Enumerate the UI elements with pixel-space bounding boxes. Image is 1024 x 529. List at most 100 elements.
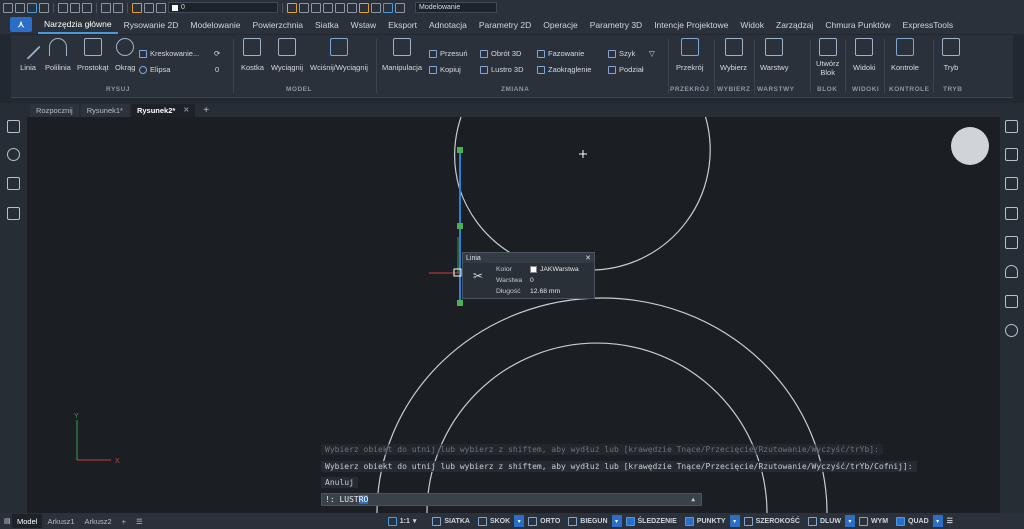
layout-menu-icon[interactable]: ▤ <box>4 517 12 525</box>
match-properties-icon[interactable] <box>287 2 297 13</box>
popup-close-icon[interactable]: ✕ <box>585 254 591 262</box>
select-button[interactable]: Wybierz <box>720 38 747 72</box>
layers-button[interactable]: Warstwy <box>760 38 788 72</box>
add-layout-button[interactable]: + <box>117 514 131 528</box>
circle-button[interactable]: Okrąg <box>115 38 135 72</box>
material-icon[interactable] <box>1005 265 1018 278</box>
line-button[interactable]: Linia <box>15 34 41 72</box>
structure-icon[interactable] <box>1005 295 1018 308</box>
menu-draw-2d[interactable]: Rysowanie 2D <box>118 15 185 34</box>
menu-export[interactable]: Eksport <box>382 15 423 34</box>
grip-bottom[interactable] <box>457 300 463 306</box>
command-line-input[interactable]: !: LUST RO ▲ <box>321 493 702 506</box>
menu-parameters-2d[interactable]: Parametry 2D <box>473 15 537 34</box>
pan-icon[interactable] <box>335 2 345 13</box>
copy-button[interactable]: Kopiuj <box>429 65 461 74</box>
toggle-ortho[interactable]: ORTO <box>524 515 564 527</box>
properties-icon[interactable] <box>299 2 309 13</box>
hatch-button[interactable]: Kreskowanie... <box>139 49 199 58</box>
extrude-button[interactable]: Wyciągnij <box>271 38 303 72</box>
open-file-icon[interactable] <box>15 2 25 13</box>
menu-operations[interactable]: Operacje <box>537 15 584 34</box>
customize-status-button[interactable]: ☰ <box>943 515 957 527</box>
lightbulb-icon[interactable] <box>7 148 20 161</box>
save-icon[interactable] <box>27 2 37 13</box>
filter-button[interactable]: ▽ <box>649 49 655 58</box>
render-icon[interactable] <box>395 2 405 13</box>
cube-icon[interactable] <box>7 207 20 220</box>
workspace-dropdown[interactable]: Modelowanie <box>415 2 497 13</box>
visual-style-icon[interactable] <box>383 2 393 13</box>
layer-manager-icon[interactable] <box>311 2 321 13</box>
array-button[interactable]: Szyk <box>608 49 635 58</box>
menu-surface[interactable]: Powierzchnia <box>246 15 309 34</box>
chevron-down-icon[interactable]: ▾ <box>729 515 740 527</box>
toggle-tracking[interactable]: ŚLEDZENIE <box>622 515 681 527</box>
drawing-canvas[interactable]: Y X Linia ✕ ✂ Kolor JAKWarstwa Warstwa 0… <box>27 117 1000 513</box>
new-drawing-icon[interactable] <box>58 2 68 13</box>
tab-layout1[interactable]: Arkusz1 <box>42 514 79 528</box>
blocks-icon[interactable] <box>1005 177 1018 190</box>
menu-home[interactable]: Narzędzia główne <box>38 15 118 34</box>
layer-lock-icon[interactable] <box>156 2 166 13</box>
plot-icon[interactable] <box>82 2 92 13</box>
sliders-icon[interactable] <box>1005 120 1018 133</box>
toggle-osnap[interactable]: PUNKTY <box>681 515 730 527</box>
mirror-3d-button[interactable]: Lustro 3D <box>480 65 524 74</box>
properties-panel-icon[interactable] <box>7 120 20 133</box>
toggle-quad[interactable]: QUAD <box>892 515 933 527</box>
zoom-icon[interactable] <box>323 2 333 13</box>
redo-icon[interactable] <box>113 2 123 13</box>
new-file-icon[interactable] <box>3 2 13 13</box>
toggle-grid[interactable]: SIATKA <box>428 515 474 527</box>
new-tab-button[interactable]: + <box>197 104 215 117</box>
menu-express-tools[interactable]: ExpressTools <box>897 15 960 34</box>
box-button[interactable]: Kostka <box>241 38 264 72</box>
hierarchy-icon[interactable] <box>7 177 20 190</box>
menu-point-cloud[interactable]: Chmura Punktów <box>819 15 896 34</box>
toggle-lineweight[interactable]: SZEROKOŚĆ <box>740 515 804 527</box>
grip-top[interactable] <box>457 147 463 153</box>
tab-drawing1[interactable]: Rysunek1* <box>80 103 129 117</box>
prop-value-layer[interactable]: 0 <box>530 277 534 284</box>
prop-value-color[interactable]: JAKWarstwa <box>530 266 579 273</box>
toggle-snap[interactable]: SKOK <box>474 515 514 527</box>
value-field[interactable]: 0 <box>215 65 219 74</box>
rectangle-button[interactable]: Prostokąt <box>77 38 109 72</box>
fillet-button[interactable]: Zaokrąglenie <box>537 65 591 74</box>
menu-manage[interactable]: Zarządzaj <box>770 15 819 34</box>
view-navigation-wheel[interactable] <box>951 127 989 165</box>
push-pull-button[interactable]: Wciśnij/Wyciągnij <box>310 38 368 72</box>
undo-icon[interactable] <box>101 2 111 13</box>
chevron-down-icon[interactable]: ▾ <box>611 515 622 527</box>
toggle-polar[interactable]: BIEGUN <box>564 515 611 527</box>
view-icon[interactable] <box>359 2 369 13</box>
cloud-icon[interactable] <box>1005 324 1018 337</box>
menu-parameters-3d[interactable]: Parametry 3D <box>584 15 648 34</box>
layer-visible-icon[interactable] <box>144 2 154 13</box>
prop-value-length[interactable]: 12.68 mm <box>530 288 560 295</box>
menu-annotation[interactable]: Adnotacja <box>423 15 473 34</box>
chevron-down-icon[interactable]: ▾ <box>844 515 855 527</box>
layer-state-icon[interactable] <box>132 2 142 13</box>
tab-drawing2[interactable]: Rysunek2* ✕ <box>130 103 196 117</box>
library-icon[interactable] <box>1005 207 1018 220</box>
move-button[interactable]: Przesuń <box>429 49 468 58</box>
menu-mesh[interactable]: Siatka <box>309 15 345 34</box>
menu-view[interactable]: Widok <box>734 15 770 34</box>
close-tab-icon[interactable]: ✕ <box>183 106 189 114</box>
manipulate-button[interactable]: Manipulacja <box>382 38 422 72</box>
tab-layout2[interactable]: Arkusz2 <box>80 514 117 528</box>
create-block-button[interactable]: Utwórz Blok <box>816 38 839 77</box>
app-logo-icon[interactable]: ⋏ <box>10 17 32 32</box>
orbit-icon[interactable] <box>371 2 381 13</box>
command-history-toggle-icon[interactable]: ▲ <box>691 496 695 503</box>
divide-button[interactable]: Podział <box>608 65 644 74</box>
menu-design-intent[interactable]: Intencje Projektowe <box>648 15 734 34</box>
chevron-down-icon[interactable]: ▾ <box>514 515 525 527</box>
layer-dropdown[interactable]: 0 <box>168 2 278 13</box>
toggle-dynamic-dim[interactable]: WYM <box>855 515 892 527</box>
zoom-extents-icon[interactable] <box>347 2 357 13</box>
tab-start[interactable]: Rozpocznij <box>30 103 79 117</box>
annotation-scale[interactable]: 1:1 ▾ <box>384 515 421 527</box>
